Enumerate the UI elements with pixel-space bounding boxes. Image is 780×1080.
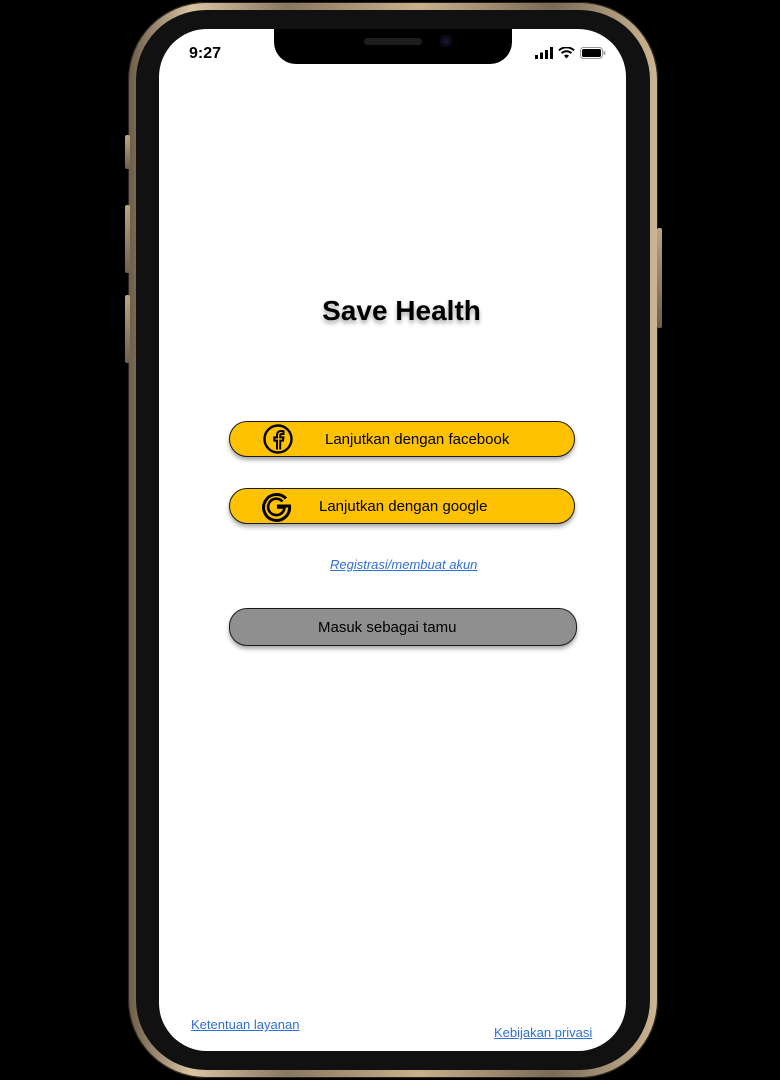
- guest-login-button[interactable]: Masuk sebagai tamu: [229, 608, 577, 646]
- phone-volume-down-button: [125, 295, 130, 363]
- speaker: [364, 38, 422, 45]
- front-camera: [440, 35, 452, 47]
- status-time: 9:27: [189, 45, 222, 62]
- signal-icon: [535, 47, 553, 59]
- google-button-label: Lanjutkan dengan google: [319, 498, 488, 515]
- phone-side-button: [125, 135, 130, 169]
- continue-with-facebook-button[interactable]: Lanjutkan dengan facebook: [229, 421, 575, 457]
- phone-volume-up-button: [125, 205, 130, 273]
- continue-with-google-button[interactable]: Lanjutkan dengan google: [229, 488, 575, 524]
- google-icon: [262, 493, 292, 522]
- privacy-policy-link[interactable]: Kebijakan privasi: [494, 1025, 592, 1040]
- terms-of-service-link[interactable]: Ketentuan layanan: [191, 1017, 299, 1032]
- battery-icon: [580, 47, 606, 59]
- screen: 9:27 Save Health Lanjutkan dengan facebo…: [159, 29, 626, 1051]
- status-icons: [535, 47, 606, 59]
- notch: [274, 29, 512, 64]
- phone-power-button: [657, 228, 662, 328]
- stage: 9:27 Save Health Lanjutkan dengan facebo…: [0, 0, 780, 1080]
- guest-button-label: Masuk sebagai tamu: [318, 619, 457, 636]
- app-title: Save Health: [322, 295, 481, 326]
- facebook-button-label: Lanjutkan dengan facebook: [325, 431, 510, 448]
- facebook-icon: [263, 424, 293, 454]
- wifi-icon: [558, 47, 575, 59]
- register-link[interactable]: Registrasi/membuat akun: [330, 557, 477, 572]
